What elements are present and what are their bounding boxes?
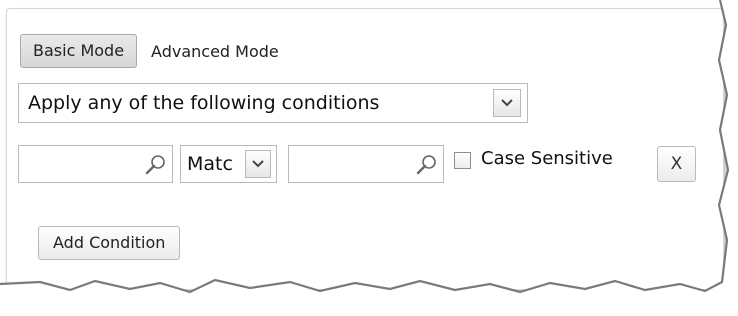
magnifier-icon[interactable] bbox=[144, 153, 168, 177]
advanced-mode-link[interactable]: Advanced Mode bbox=[151, 42, 279, 61]
left-field-input[interactable] bbox=[23, 146, 127, 184]
operator-select[interactable]: Matc bbox=[180, 145, 277, 183]
add-condition-button[interactable]: Add Condition bbox=[38, 226, 181, 260]
match-type-select[interactable]: Apply any of the following conditions bbox=[18, 83, 528, 123]
condition-left-field[interactable] bbox=[18, 145, 173, 184]
basic-mode-button[interactable]: Basic Mode bbox=[20, 34, 138, 68]
case-sensitive-checkbox[interactable] bbox=[454, 152, 471, 169]
chevron-down-icon[interactable] bbox=[245, 150, 271, 178]
mode-tabs: Basic Mode Advanced Mode bbox=[20, 33, 279, 69]
case-sensitive-label: Case Sensitive bbox=[481, 148, 613, 169]
condition-right-field[interactable] bbox=[288, 145, 444, 184]
magnifier-icon[interactable] bbox=[415, 153, 439, 177]
operator-selected-value: Matc bbox=[187, 153, 233, 175]
match-type-selected-value: Apply any of the following conditions bbox=[28, 92, 380, 114]
remove-condition-button[interactable]: X bbox=[657, 146, 696, 182]
chevron-down-icon[interactable] bbox=[493, 89, 521, 117]
right-field-input[interactable] bbox=[293, 146, 397, 184]
